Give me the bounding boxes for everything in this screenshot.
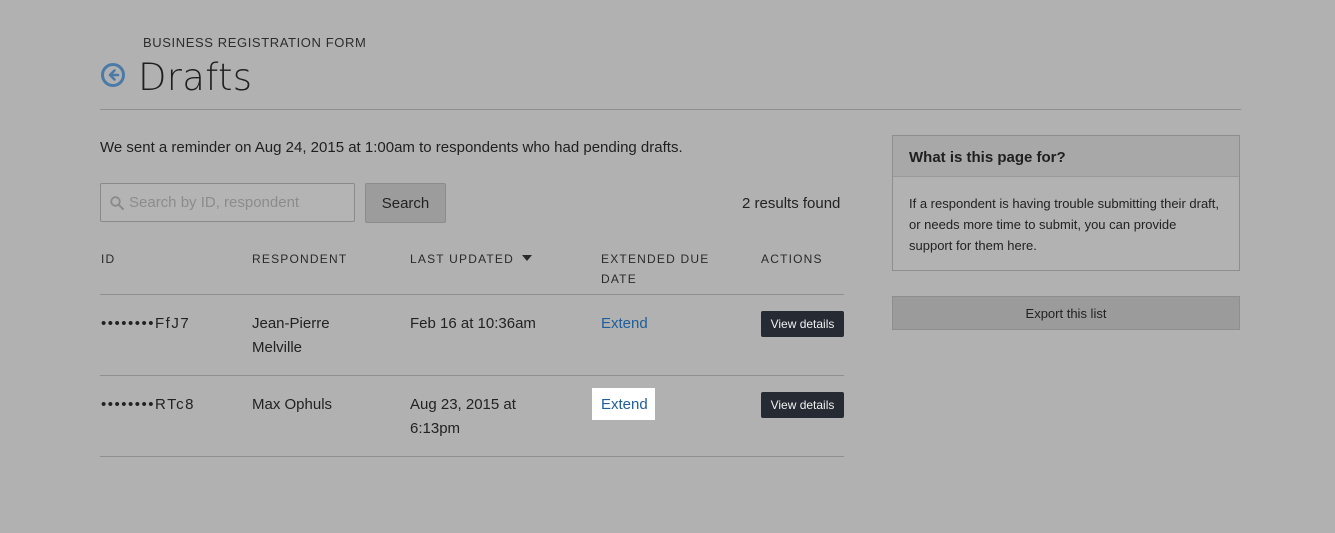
respondent-name-line: Melville	[252, 339, 303, 356]
reminder-message: We sent a reminder on Aug 24, 2015 at 1:…	[100, 139, 683, 156]
help-panel: What is this page for? If a respondent i…	[892, 135, 1240, 271]
page-title: Drafts	[138, 56, 253, 99]
column-header-label: RESPONDENT	[252, 252, 348, 266]
extend-link[interactable]: Extend	[601, 393, 648, 417]
respondent-name: Jean-Pierre Melville	[252, 312, 330, 360]
column-header-last-updated[interactable]: LAST UPDATED	[410, 249, 532, 269]
help-panel-title: What is this page for?	[893, 136, 1239, 177]
column-header-id[interactable]: ID	[101, 249, 115, 269]
search-button[interactable]: Search	[365, 183, 446, 223]
sort-caret-down-icon	[521, 254, 532, 261]
column-header-respondent[interactable]: RESPONDENT	[252, 249, 347, 269]
search-field[interactable]	[100, 183, 355, 222]
column-header-extended-due-date[interactable]: EXTENDED DUE DATE	[601, 249, 709, 289]
draft-id: ••••••••FfJ7	[101, 315, 191, 332]
row-divider	[100, 375, 844, 376]
table-header-divider	[100, 294, 844, 295]
form-name-eyebrow: BUSINESS REGISTRATION FORM	[143, 35, 367, 50]
search-icon	[110, 196, 124, 210]
column-header-label: ID	[101, 252, 116, 266]
last-updated-line: 6:13pm	[410, 420, 461, 437]
draft-id: ••••••••RTc8	[101, 396, 195, 413]
last-updated: Feb 16 at 10:36am	[410, 315, 536, 332]
row-divider	[100, 456, 844, 457]
column-header-label: ACTIONS	[761, 252, 823, 266]
view-details-button[interactable]: View details	[761, 311, 844, 337]
column-header-label: EXTENDED DUE	[601, 252, 710, 266]
back-arrow-icon[interactable]	[100, 62, 126, 88]
last-updated: Aug 23, 2015 at 6:13pm	[410, 393, 516, 441]
column-header-label: DATE	[601, 272, 637, 286]
export-list-button[interactable]: Export this list	[892, 296, 1240, 330]
column-header-actions: ACTIONS	[761, 249, 823, 269]
view-details-button[interactable]: View details	[761, 392, 844, 418]
last-updated-line: Aug 23, 2015 at	[410, 396, 516, 413]
column-header-label: LAST UPDATED	[410, 252, 514, 266]
respondent-name: Max Ophuls	[252, 396, 333, 413]
results-count: 2 results found	[742, 195, 841, 212]
search-input[interactable]	[129, 184, 351, 221]
header-divider	[100, 109, 1241, 110]
help-panel-body: If a respondent is having trouble submit…	[909, 196, 1220, 253]
extend-link[interactable]: Extend	[601, 312, 648, 336]
respondent-name-line: Jean-Pierre	[252, 315, 330, 332]
